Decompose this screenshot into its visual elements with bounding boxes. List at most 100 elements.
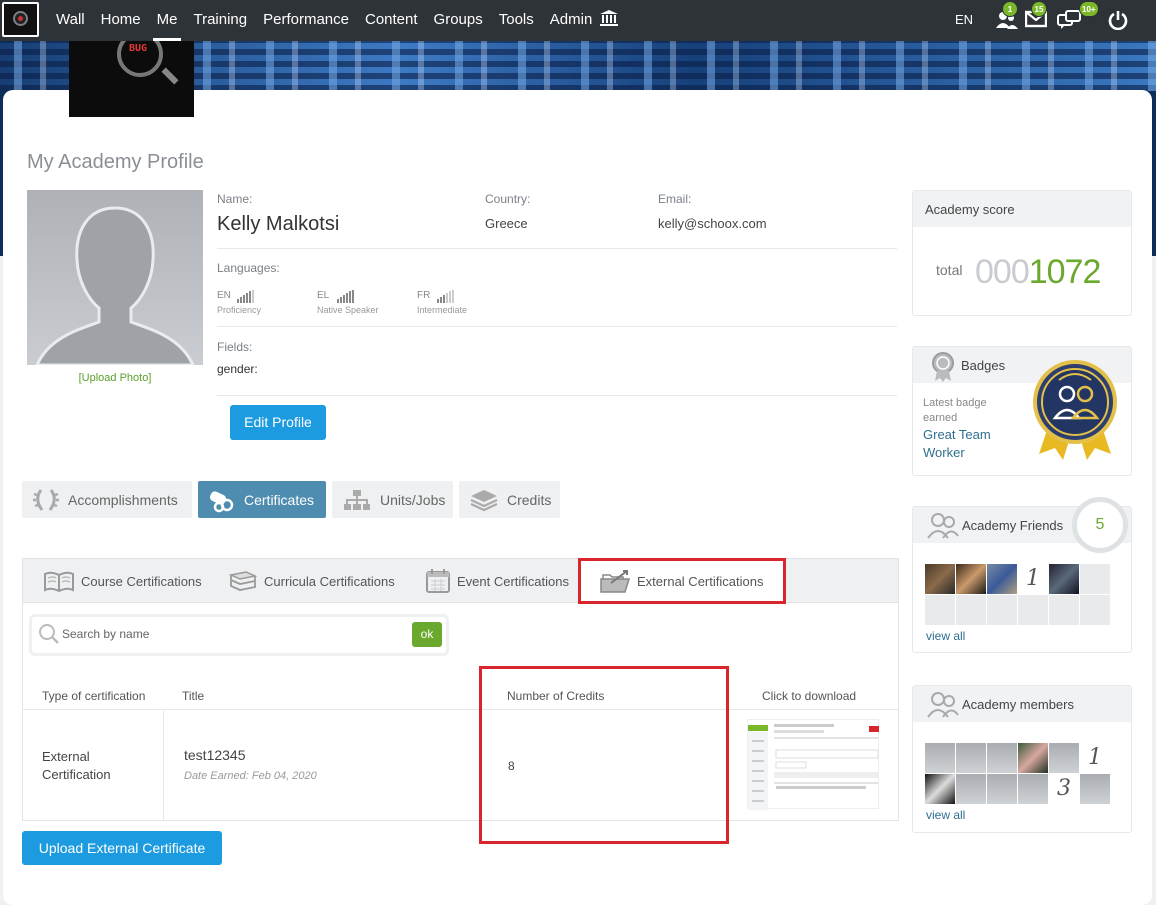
friend-requests-icon[interactable]: 1 [995, 1, 1019, 30]
divider [217, 395, 897, 396]
subtab-event-certifications[interactable]: Event Certifications [425, 559, 583, 603]
language-el: EL Native Speaker [317, 285, 379, 315]
table-header-divider [23, 709, 898, 710]
laurel-icon [33, 488, 59, 511]
friend-avatar[interactable] [925, 564, 955, 594]
logo-icon[interactable] [2, 2, 39, 37]
member-avatar[interactable] [987, 743, 1017, 773]
member-avatar[interactable] [956, 743, 986, 773]
empty-slot [1080, 564, 1110, 594]
friend-avatar[interactable] [1049, 564, 1079, 594]
search-ok-button[interactable]: ok [412, 622, 442, 647]
tab-label: Certificates [244, 491, 315, 508]
languages-label: Languages: [217, 261, 280, 275]
divider [217, 326, 897, 327]
member-avatar[interactable] [1049, 743, 1079, 773]
certificate-download-thumbnail[interactable] [747, 719, 879, 810]
friends-count-badge: 5 [1072, 497, 1128, 553]
upload-external-certificate-button[interactable]: Upload External Certificate [22, 831, 222, 865]
latest-badge-name[interactable]: Great Team Worker [923, 426, 1013, 462]
score-value: 1072 [1028, 253, 1102, 291]
empty-slot [925, 595, 955, 625]
member-avatar[interactable] [956, 774, 986, 804]
nav-menu: Wall Home Me Training Performance Conten… [56, 0, 608, 41]
friends-view-all-link[interactable]: view all [926, 629, 965, 643]
language-code: EL [317, 290, 330, 301]
cert-date: Date Earned: Feb 04, 2020 [184, 770, 317, 782]
nav-home[interactable]: Home [101, 0, 141, 41]
language-code: FR [417, 290, 431, 301]
profile-email: kelly@schoox.com [658, 216, 767, 231]
upload-photo-link[interactable]: [Upload Photo] [27, 372, 203, 384]
power-icon[interactable] [1108, 10, 1132, 31]
column-header-type: Type of certification [42, 689, 146, 703]
folder-icon [600, 569, 631, 593]
proficiency-bars [337, 285, 355, 303]
friends-icon [927, 513, 959, 539]
member-avatar[interactable] [925, 774, 955, 804]
friend-requests-badge: 1 [1002, 1, 1018, 17]
friend-avatar[interactable] [956, 564, 986, 594]
empty-slot [987, 595, 1017, 625]
subtab-label: Event Certifications [457, 573, 569, 589]
member-avatar[interactable] [1018, 743, 1048, 773]
nav-me[interactable]: Me [152, 0, 182, 41]
top-nav: Wall Home Me Training Performance Conten… [0, 0, 1156, 41]
subtab-course-certifications[interactable]: Course Certifications [43, 559, 233, 603]
diploma-icon [209, 490, 234, 512]
search-input[interactable] [62, 623, 402, 645]
team-worker-badge-icon [1033, 360, 1117, 460]
language-code: EN [217, 290, 231, 301]
nav-wall[interactable]: Wall [56, 0, 85, 41]
score-padding: 000 [975, 253, 1030, 291]
member-avatar[interactable] [987, 774, 1017, 804]
tab-accomplishments[interactable]: Accomplishments [22, 481, 192, 518]
nav-tools[interactable]: Tools [499, 0, 534, 41]
messages-icon[interactable]: 15 [1024, 1, 1049, 30]
email-label: Email: [658, 192, 692, 206]
column-header-title: Title [182, 689, 205, 703]
proficiency-bars [237, 285, 255, 303]
member-avatar[interactable] [925, 743, 955, 773]
language-level: Proficiency [217, 305, 262, 315]
academy-score-panel: Academy score total 0001072 [912, 190, 1132, 316]
subtab-curricula-certifications[interactable]: Curricula Certifications [228, 559, 423, 603]
member-avatar[interactable] [1018, 774, 1048, 804]
institution-icon[interactable] [599, 9, 619, 27]
member-avatar[interactable]: 3 [1049, 774, 1079, 804]
subtab-label: Curricula Certifications [264, 573, 395, 589]
profile-country: Greece [485, 216, 528, 231]
nav-content[interactable]: Content [365, 0, 418, 41]
tab-credits[interactable]: Credits [459, 481, 560, 518]
org-chart-icon [344, 489, 370, 510]
chat-icon[interactable]: 10+ [1057, 1, 1099, 30]
empty-slot [1080, 595, 1110, 625]
subtab-external-certifications[interactable]: External Certifications [581, 559, 783, 604]
column-header-credits: Number of Credits [507, 689, 605, 703]
tab-certificates[interactable]: Certificates [198, 481, 326, 518]
language-selector[interactable]: EN [955, 0, 973, 41]
proficiency-bars [437, 285, 455, 303]
tab-units-jobs[interactable]: Units/Jobs [332, 481, 453, 518]
member-avatar[interactable]: 1 [1080, 743, 1110, 773]
member-avatar[interactable] [1080, 774, 1110, 804]
academy-members-panel: Academy members 1 3 view all [912, 685, 1132, 833]
search-box: ok [29, 614, 449, 656]
page-title: My Academy Profile [27, 151, 204, 173]
score-total-label: total [936, 262, 963, 278]
empty-slot [1049, 595, 1079, 625]
empty-slot [956, 595, 986, 625]
academy-score-title: Academy score [913, 191, 1131, 227]
country-label: Country: [485, 192, 531, 206]
members-view-all-link[interactable]: view all [926, 808, 965, 822]
nav-admin[interactable]: Admin [550, 0, 593, 41]
nav-groups[interactable]: Groups [434, 0, 483, 41]
gender-label: gender: [217, 362, 258, 376]
friend-avatar[interactable] [987, 564, 1017, 594]
friend-avatar[interactable]: 1 [1018, 564, 1048, 594]
nav-performance[interactable]: Performance [263, 0, 349, 41]
edit-profile-button[interactable]: Edit Profile [230, 405, 326, 440]
column-divider [163, 710, 164, 820]
nav-training[interactable]: Training [193, 0, 247, 41]
messages-badge: 15 [1031, 1, 1047, 17]
